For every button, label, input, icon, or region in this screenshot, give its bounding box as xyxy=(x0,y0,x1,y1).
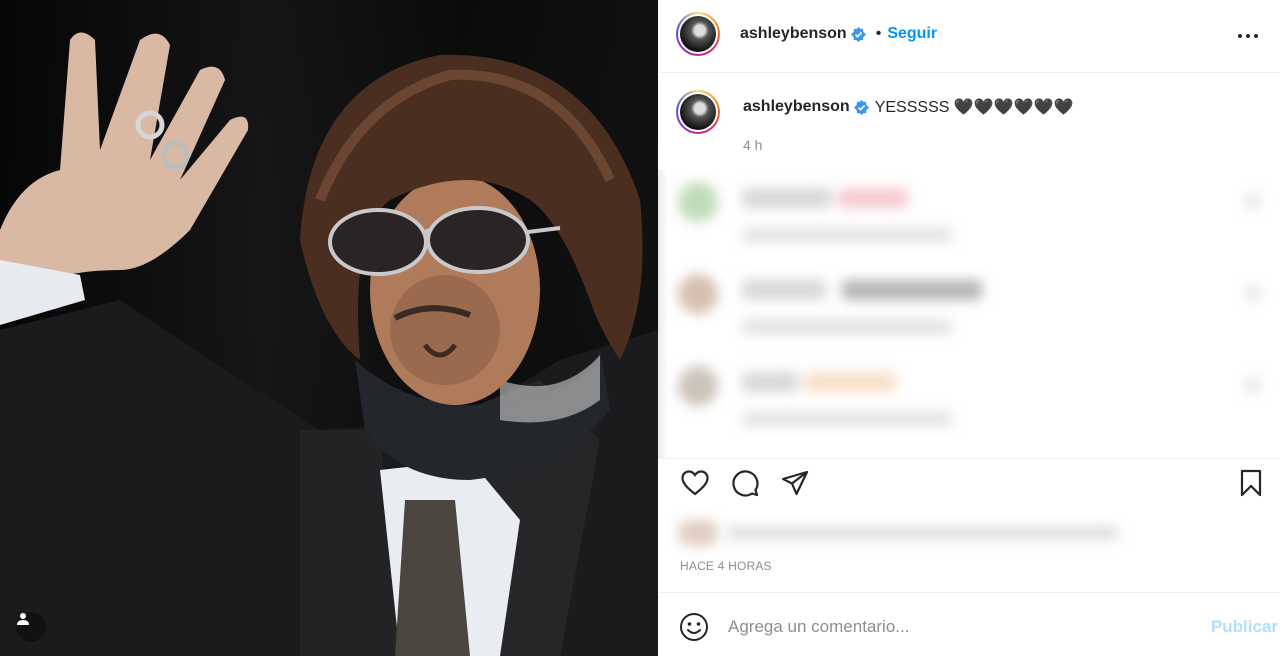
composer-divider xyxy=(658,592,1280,593)
separator-dot: • xyxy=(875,25,882,42)
publish-button[interactable]: Publicar xyxy=(1211,617,1278,637)
post-header: ashleybenson • Seguir xyxy=(658,0,1280,72)
more-options-icon[interactable] xyxy=(1236,24,1260,48)
comments-list[interactable] xyxy=(658,170,1280,458)
list-item xyxy=(658,354,1280,446)
comment-icon[interactable] xyxy=(730,468,760,498)
verified-badge-icon xyxy=(850,26,866,42)
post-photo[interactable] xyxy=(0,0,658,656)
list-item xyxy=(658,262,1280,354)
caption-avatar[interactable] xyxy=(676,90,720,134)
likes-summary[interactable] xyxy=(664,516,1134,552)
user-icon xyxy=(17,613,29,625)
verified-badge-icon xyxy=(853,99,869,115)
tagged-users-button[interactable] xyxy=(16,612,46,642)
username-link[interactable]: ashleybenson xyxy=(740,25,847,43)
post-actions xyxy=(658,462,1280,506)
header-divider xyxy=(658,72,1280,73)
post-timestamp[interactable]: HACE 4 HORAS xyxy=(680,559,772,573)
list-item xyxy=(658,170,1280,262)
caption: ashleybenson YESSSSS 🖤🖤🖤🖤🖤🖤 xyxy=(743,97,1073,117)
share-icon[interactable] xyxy=(780,468,810,498)
heart-icon[interactable] xyxy=(680,468,710,498)
caption-age[interactable]: 4 h xyxy=(743,137,762,153)
photo-illustration xyxy=(0,32,658,656)
caption-username-link[interactable]: ashleybenson xyxy=(743,98,850,116)
bookmark-icon[interactable] xyxy=(1236,468,1266,498)
comments-edge xyxy=(658,170,668,458)
actions-divider xyxy=(658,458,1280,459)
caption-text: YESSSSS 🖤🖤🖤🖤🖤🖤 xyxy=(874,99,1074,116)
post-side-panel: ashleybenson • Seguir ashleybenson YESSS… xyxy=(658,0,1280,656)
comment-composer: Publicar xyxy=(658,598,1280,656)
comment-input[interactable] xyxy=(728,614,1188,640)
avatar[interactable] xyxy=(676,12,720,56)
follow-button[interactable]: Seguir xyxy=(887,25,937,43)
emoji-icon[interactable] xyxy=(678,611,710,643)
